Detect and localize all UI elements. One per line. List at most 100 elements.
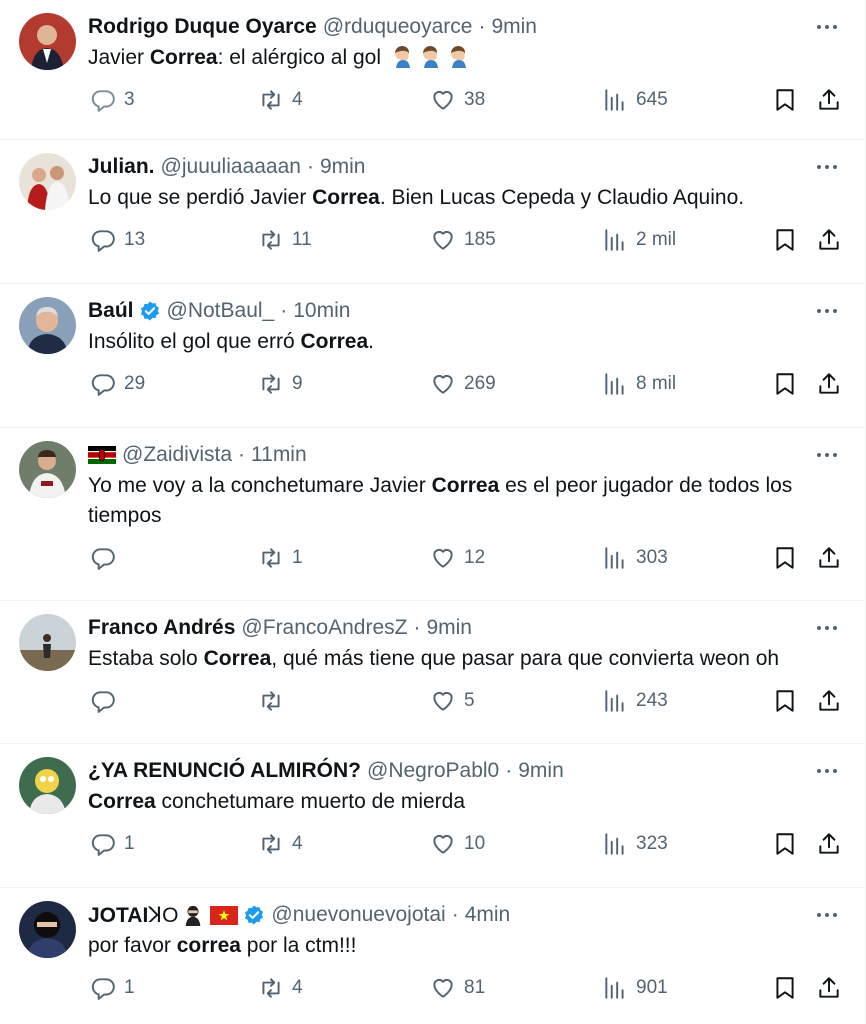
- timestamp[interactable]: 9min: [426, 616, 472, 640]
- retweet-button[interactable]: 1: [258, 545, 303, 571]
- share-button[interactable]: [816, 975, 842, 1001]
- reply-button[interactable]: 1: [90, 831, 135, 857]
- timestamp[interactable]: 9min: [320, 155, 366, 179]
- display-name[interactable]: JOTAIꓘO: [88, 903, 178, 928]
- tweet[interactable]: Baúl @NotBaul_ · 10min Insólito el gol q…: [0, 284, 865, 428]
- tweet-header: Julian. @juuuliaaaaan · 9min: [88, 152, 849, 182]
- retweet-button[interactable]: 4: [258, 975, 303, 1001]
- like-button[interactable]: 81: [430, 975, 485, 1001]
- like-button[interactable]: 38: [430, 87, 485, 113]
- retweet-count: 4: [292, 977, 303, 998]
- like-button[interactable]: 269: [430, 371, 496, 397]
- tweet[interactable]: Julian. @juuuliaaaaan · 9min Lo que se p…: [0, 140, 865, 284]
- retweet-icon: [262, 230, 280, 250]
- more-options-icon[interactable]: [815, 302, 839, 320]
- handle[interactable]: @Zaidivista: [122, 443, 232, 467]
- timestamp[interactable]: 10min: [293, 299, 350, 323]
- avatar[interactable]: [19, 297, 76, 354]
- reply-button[interactable]: 13: [90, 227, 145, 253]
- text-part: Yo me voy a la conchetumare Javier: [88, 474, 432, 497]
- views-button[interactable]: 243: [602, 688, 668, 714]
- like-button[interactable]: 12: [430, 545, 485, 571]
- share-button[interactable]: [816, 227, 842, 253]
- share-icon: [819, 690, 839, 711]
- timestamp[interactable]: 4min: [465, 903, 511, 927]
- reply-button[interactable]: 29: [90, 371, 145, 397]
- more-options-icon[interactable]: [815, 906, 839, 924]
- avatar[interactable]: [19, 13, 76, 70]
- timestamp[interactable]: 9min: [518, 759, 564, 783]
- text-part: Lo que se perdió Javier: [88, 186, 313, 209]
- tweet-text: Yo me voy a la conchetumare Javier Corre…: [88, 471, 838, 531]
- analytics-icon: [605, 690, 624, 712]
- tweet[interactable]: @Zaidivista · 11min Yo me voy a la conch…: [0, 428, 865, 601]
- tweet[interactable]: JOTAIꓘO @nuevonuevojotai · 4min por favo…: [0, 888, 865, 1024]
- avatar[interactable]: [19, 441, 76, 498]
- handle[interactable]: @nuevonuevojotai: [271, 903, 445, 927]
- like-button[interactable]: 5: [430, 688, 475, 714]
- more-options-icon[interactable]: [815, 619, 839, 637]
- display-name[interactable]: ¿YA RENUNCIÓ ALMIRÓN?: [88, 759, 361, 783]
- bookmark-button[interactable]: [772, 227, 798, 253]
- handle[interactable]: @rduqueoyarce: [323, 15, 473, 39]
- share-button[interactable]: [816, 831, 842, 857]
- avatar[interactable]: [19, 757, 76, 814]
- views-button[interactable]: 323: [602, 831, 668, 857]
- tweet[interactable]: Rodrigo Duque Oyarce @rduqueoyarce · 9mi…: [0, 0, 865, 140]
- bookmark-button[interactable]: [772, 87, 798, 113]
- reply-button[interactable]: [90, 545, 124, 571]
- timestamp[interactable]: 9min: [491, 15, 537, 39]
- handle[interactable]: @NegroPabl0: [367, 759, 499, 783]
- timestamp[interactable]: 11min: [251, 443, 307, 467]
- handle[interactable]: @juuuliaaaaan: [161, 155, 301, 179]
- retweet-button[interactable]: [258, 688, 292, 714]
- action-bar: 29 9 269 8 mil: [88, 357, 849, 415]
- share-button[interactable]: [816, 371, 842, 397]
- views-button[interactable]: 303: [602, 545, 668, 571]
- handle[interactable]: @FrancoAndresZ: [241, 616, 407, 640]
- share-button[interactable]: [816, 545, 842, 571]
- avatar[interactable]: [19, 153, 76, 210]
- like-button[interactable]: 185: [430, 227, 496, 253]
- bookmark-button[interactable]: [772, 688, 798, 714]
- views-button[interactable]: 645: [602, 87, 668, 113]
- tweet[interactable]: Franco Andrés @FrancoAndresZ · 9min Esta…: [0, 601, 865, 744]
- text-part: , qué más tiene que pasar para que convi…: [271, 647, 780, 670]
- views-button[interactable]: 901: [602, 975, 668, 1001]
- tweet[interactable]: ¿YA RENUNCIÓ ALMIRÓN? @NegroPabl0 · 9min…: [0, 744, 865, 888]
- display-name[interactable]: Baúl: [88, 299, 134, 323]
- more-options-icon[interactable]: [815, 762, 839, 780]
- display-name[interactable]: Rodrigo Duque Oyarce: [88, 15, 317, 39]
- display-name[interactable]: Franco Andrés: [88, 616, 235, 640]
- share-icon: [819, 547, 839, 568]
- bookmark-button[interactable]: [772, 545, 798, 571]
- heart-icon: [433, 548, 453, 568]
- handle[interactable]: @NotBaul_: [167, 299, 275, 323]
- retweet-button[interactable]: 4: [258, 87, 303, 113]
- share-button[interactable]: [816, 87, 842, 113]
- more-options-icon[interactable]: [815, 446, 839, 464]
- reply-button[interactable]: 1: [90, 975, 135, 1001]
- avatar[interactable]: [19, 614, 76, 671]
- views-button[interactable]: 2 mil: [602, 227, 676, 253]
- retweet-button[interactable]: 11: [258, 227, 312, 253]
- display-name[interactable]: Julian.: [88, 155, 155, 179]
- like-count: 38: [464, 89, 486, 110]
- retweet-button[interactable]: 4: [258, 831, 303, 857]
- views-button[interactable]: 8 mil: [602, 371, 676, 397]
- text-part: Estaba solo: [88, 647, 204, 670]
- bookmark-button[interactable]: [772, 371, 798, 397]
- reply-button[interactable]: 3: [90, 87, 135, 113]
- more-options-icon[interactable]: [815, 18, 839, 36]
- share-button[interactable]: [816, 688, 842, 714]
- retweet-button[interactable]: 9: [258, 371, 303, 397]
- bookmark-icon: [776, 547, 794, 569]
- avatar[interactable]: [19, 901, 76, 958]
- bookmark-button[interactable]: [772, 975, 798, 1001]
- more-options-icon[interactable]: [815, 158, 839, 176]
- action-bar: 3 4 38 645: [88, 73, 849, 131]
- like-button[interactable]: 10: [430, 831, 485, 857]
- reply-button[interactable]: [90, 688, 124, 714]
- tweet-text: por favor correa por la ctm!!!: [88, 931, 849, 961]
- bookmark-button[interactable]: [772, 831, 798, 857]
